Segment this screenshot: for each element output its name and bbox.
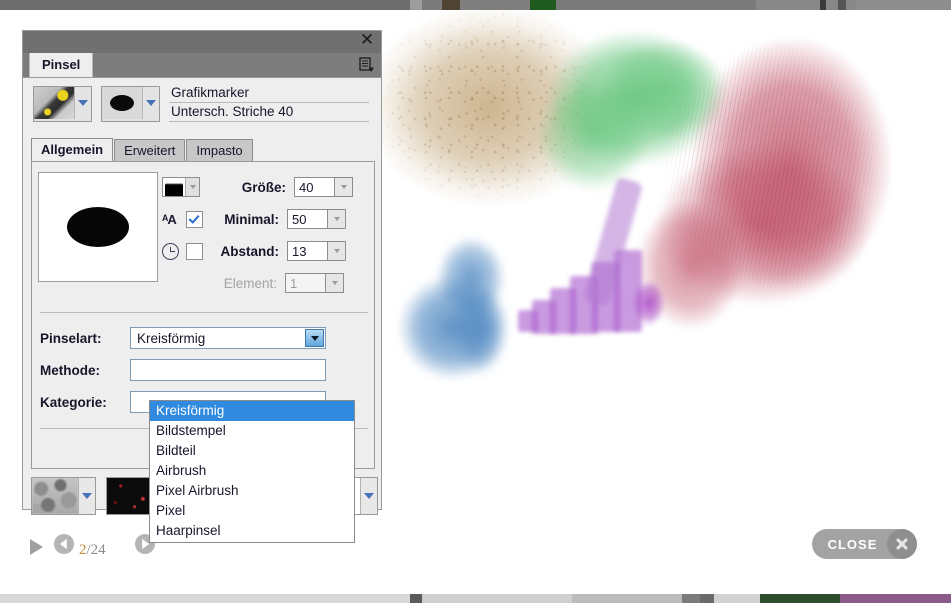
dropdown-item[interactable]: Haarpinsel <box>150 521 354 541</box>
brush-options-dialog: ✕ Pinsel Grafikmarker Untersch. Striche … <box>22 30 382 543</box>
dropdown-item[interactable]: Airbrush <box>150 461 354 481</box>
label-methode: Methode: <box>40 362 100 378</box>
spinner-groesse[interactable] <box>334 177 353 197</box>
brush-preview-shape <box>67 207 129 247</box>
chevron-down-icon[interactable] <box>75 87 91 119</box>
divider-1 <box>40 312 368 313</box>
paper-texture-thumbnail <box>32 478 79 514</box>
label-kategorie: Kategorie: <box>40 394 107 410</box>
page-counter: 2/24 <box>79 542 106 559</box>
dropdown-item[interactable]: Pixel Airbrush <box>150 481 354 501</box>
panel-menu-icon[interactable] <box>358 56 375 73</box>
option-row-abstand: Abstand: 13 <box>162 238 346 264</box>
brush-variant-combo[interactable] <box>33 86 92 122</box>
select-pinselart[interactable]: Kreisförmig <box>130 327 326 349</box>
gradient-swatch-icon[interactable] <box>162 177 200 197</box>
clock-icon <box>162 242 179 260</box>
antialias-icon: ᴬA <box>162 211 177 227</box>
dialog-titlebar: ✕ <box>23 31 381 53</box>
brush-name-primary: Grafikmarker <box>169 84 369 103</box>
spinner-abstand[interactable] <box>327 241 346 261</box>
chevron-down-icon[interactable] <box>143 87 159 119</box>
brush-preview-box <box>38 172 158 282</box>
checkbox-minimal[interactable] <box>186 210 203 228</box>
grain-texture-combo[interactable] <box>106 477 155 515</box>
tab-pinsel[interactable]: Pinsel <box>29 53 94 77</box>
play-icon[interactable] <box>30 539 43 555</box>
top-edge-strip <box>0 0 951 10</box>
tab-allgemein[interactable]: Allgemein <box>31 138 114 161</box>
grain-texture-thumbnail <box>107 478 154 514</box>
brush-shape-thumbnail <box>102 87 143 119</box>
current-page: 2 <box>79 542 87 558</box>
blue-stroke-c <box>448 278 512 380</box>
purple-dot-stroke <box>632 278 666 328</box>
bottom-edge-strip <box>0 594 951 603</box>
spinner-element <box>325 273 344 293</box>
brush-variant-thumbnail <box>34 87 75 119</box>
brush-header: Grafikmarker Untersch. Striche 40 <box>23 78 381 132</box>
brush-shape-combo[interactable] <box>101 86 160 122</box>
input-element: 1 <box>285 273 325 293</box>
select-row-methode: Methode: <box>40 358 326 382</box>
tab-impasto[interactable]: Impasto <box>186 139 253 161</box>
select-methode[interactable] <box>130 359 326 381</box>
brush-name-block: Grafikmarker Untersch. Striche 40 <box>169 84 369 122</box>
screen: ✕ Pinsel Grafikmarker Untersch. Striche … <box>0 0 951 603</box>
dropdown-item[interactable]: Bildstempel <box>150 421 354 441</box>
brush-name-secondary: Untersch. Striche 40 <box>169 103 369 122</box>
label-groesse: Größe: <box>241 179 286 195</box>
panel-tab-row: Pinsel <box>23 53 381 78</box>
total-pages: 24 <box>90 542 106 558</box>
input-groesse[interactable]: 40 <box>294 177 334 197</box>
dropdown-item[interactable]: Bildteil <box>150 441 354 461</box>
label-abstand: Abstand: <box>220 243 280 259</box>
dropdown-pinselart-list[interactable]: Kreisförmig Bildstempel Bildteil Airbrus… <box>149 400 355 543</box>
close-icon[interactable]: ✕ <box>358 31 376 51</box>
texture-combo-row <box>31 477 165 515</box>
spinner-minimal[interactable] <box>327 209 346 229</box>
chevron-down-icon[interactable] <box>361 478 377 514</box>
dropdown-item[interactable]: Kreisförmig <box>150 401 354 421</box>
select-row-pinselart: Pinselart: Kreisförmig <box>40 326 326 350</box>
previous-arrow-icon[interactable] <box>54 534 74 554</box>
close-x-icon[interactable] <box>887 529 917 559</box>
label-element: Element: <box>223 275 277 291</box>
canvas-artwork[interactable] <box>380 10 951 575</box>
label-minimal: Minimal: <box>224 211 279 227</box>
input-minimal[interactable]: 50 <box>287 209 327 229</box>
chevron-down-icon[interactable] <box>305 329 324 347</box>
select-pinselart-value: Kreisförmig <box>137 330 206 346</box>
option-row-groesse: Größe: 40 <box>162 174 353 200</box>
option-row-element: Element: 1 <box>162 270 344 296</box>
dialog-tabs: Allgemein Erweitert Impasto <box>31 138 254 161</box>
close-button-label: CLOSE <box>827 536 878 552</box>
red-hatch-texture <box>638 28 918 338</box>
chevron-down-icon[interactable] <box>79 478 95 514</box>
paper-texture-combo[interactable] <box>31 477 96 515</box>
close-button[interactable]: CLOSE <box>812 529 917 559</box>
option-row-minimal: ᴬA Minimal: 50 <box>162 206 346 232</box>
tab-erweitert[interactable]: Erweitert <box>114 139 186 161</box>
input-abstand[interactable]: 13 <box>287 241 327 261</box>
label-pinselart: Pinselart: <box>40 330 102 346</box>
checkbox-abstand[interactable] <box>186 242 203 260</box>
dropdown-item[interactable]: Pixel <box>150 501 354 521</box>
